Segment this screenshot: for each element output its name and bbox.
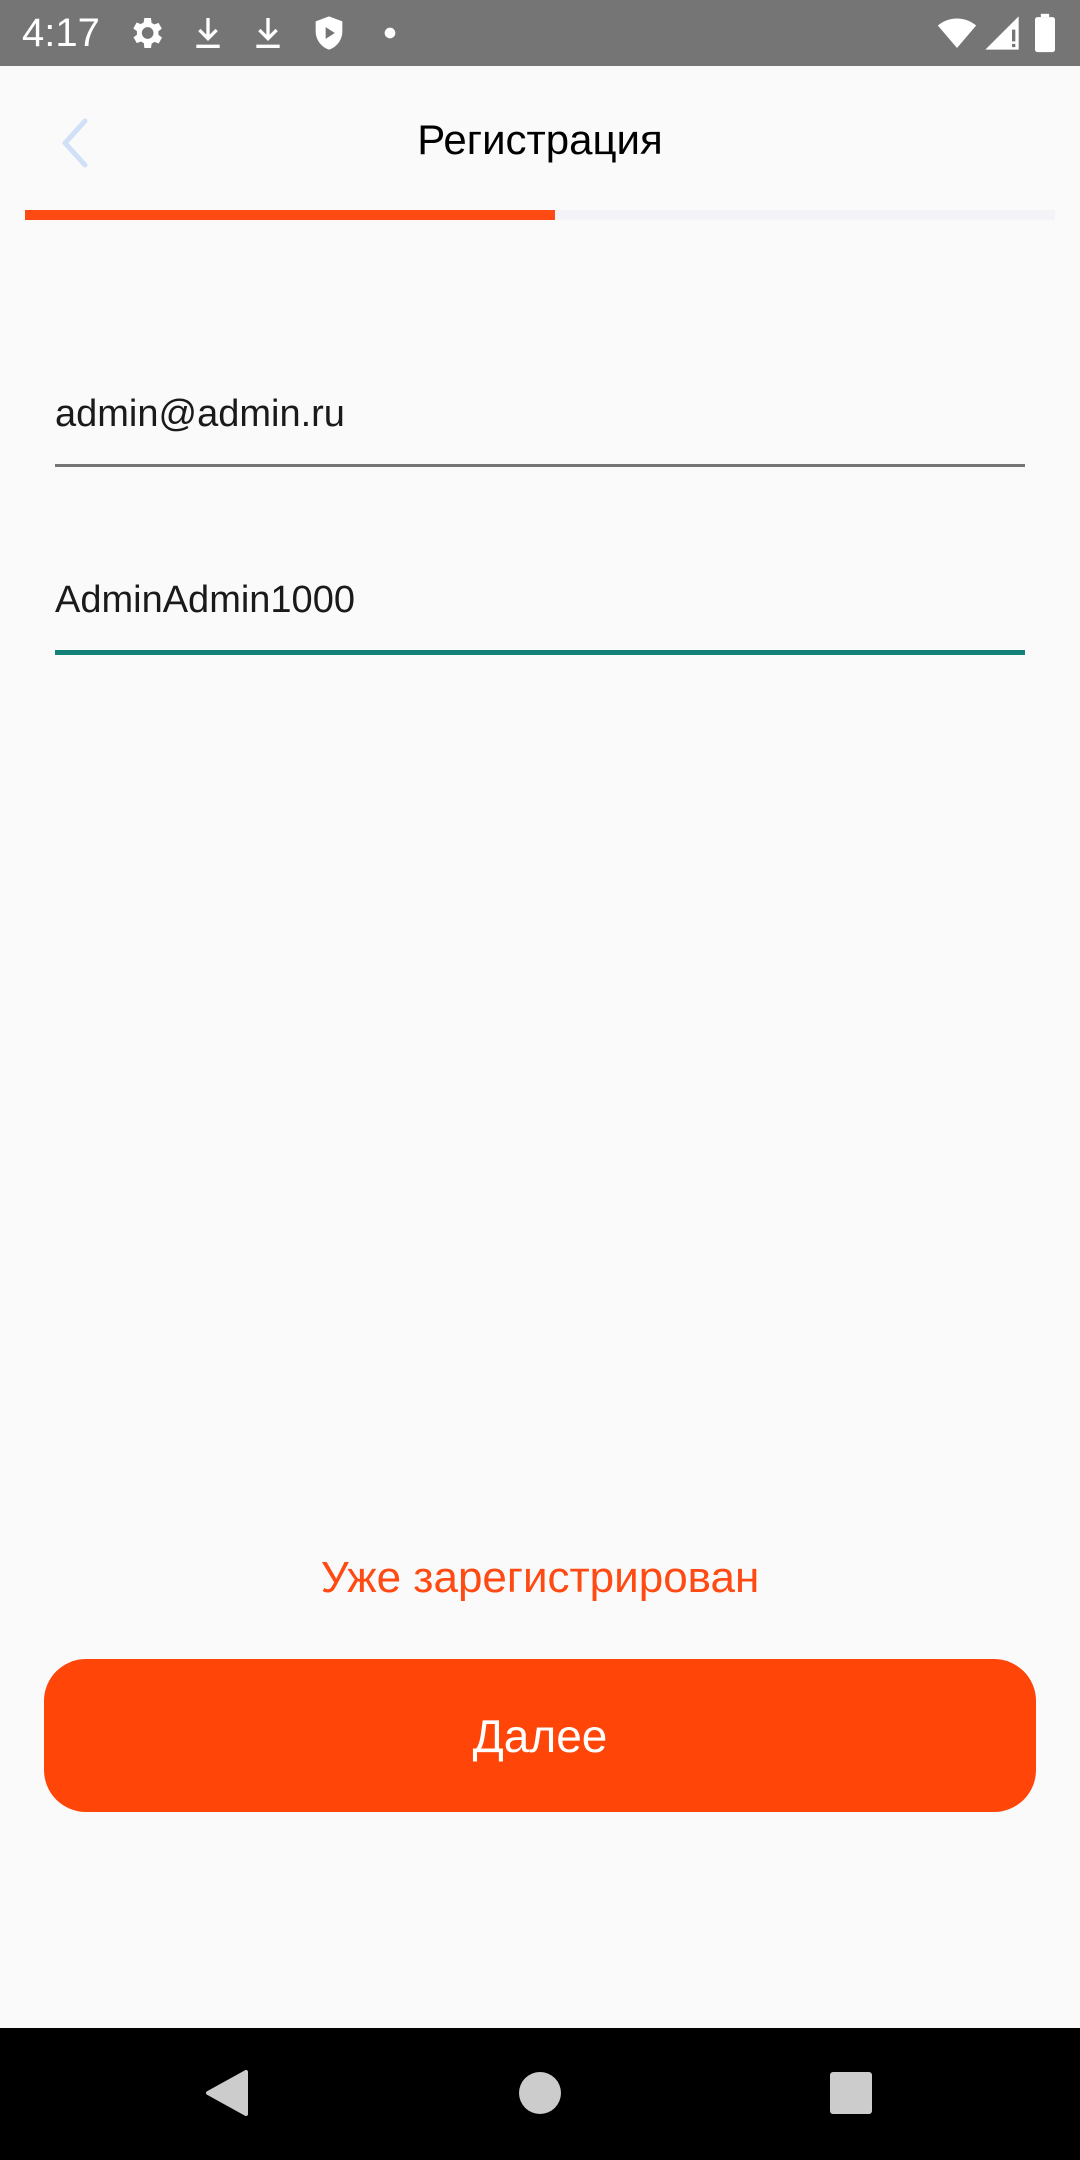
password-input[interactable]: [55, 572, 1025, 628]
home-circle-icon: [517, 2070, 563, 2121]
nav-home-button[interactable]: [505, 2060, 575, 2130]
shield-play-icon: [309, 13, 349, 53]
page-title: Регистрация: [417, 116, 663, 163]
download-icon: [188, 13, 228, 53]
progress-bar: [25, 210, 1055, 220]
download-icon: [248, 13, 288, 53]
nav-back-button[interactable]: [192, 2060, 262, 2130]
email-underline: [55, 464, 1025, 467]
email-field: [55, 386, 1025, 467]
registration-screen: 4:17 Регистрация admin@admin.ru AdminAdm…: [0, 0, 1080, 2160]
status-time: 4:17: [22, 11, 100, 55]
signal-icon: [982, 13, 1022, 53]
nav-recents-button[interactable]: [816, 2060, 886, 2130]
password-field: [55, 572, 1025, 655]
progress-fill: [25, 210, 556, 220]
next-button[interactable]: Далее: [44, 1659, 1036, 1812]
recents-square-icon: [829, 2071, 873, 2120]
password-underline: [55, 650, 1025, 655]
already-registered-link[interactable]: Уже зарегистрирован: [0, 1550, 1080, 1606]
wifi-icon: [934, 13, 980, 53]
dot-icon: [370, 13, 410, 53]
app-bar: Регистрация: [0, 66, 1080, 216]
back-triangle-icon: [204, 2068, 250, 2123]
email-input[interactable]: [55, 386, 1025, 442]
navigation-bar: [0, 2028, 1080, 2160]
battery-icon: [1032, 13, 1062, 53]
gear-icon: [126, 13, 166, 53]
status-bar: 4:17: [0, 0, 1080, 66]
